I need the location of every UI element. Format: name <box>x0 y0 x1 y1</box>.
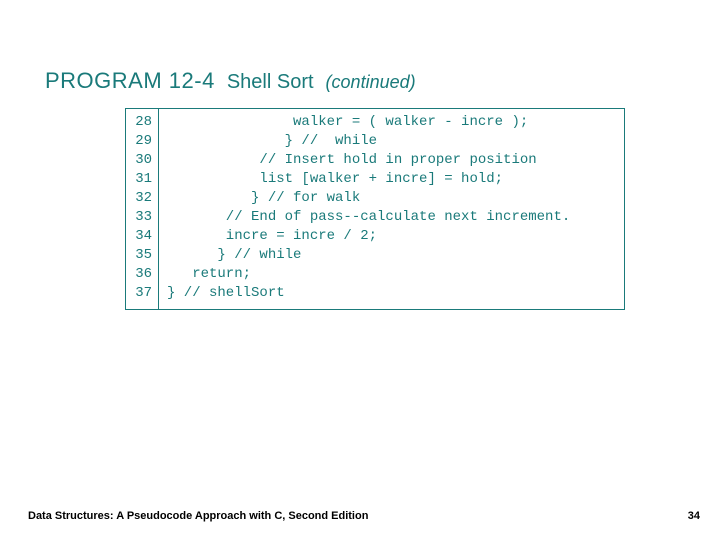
line-number: 32 <box>132 189 152 208</box>
page-number: 34 <box>688 510 700 522</box>
slide: PROGRAM 12-4 Shell Sort (continued) 28 2… <box>0 0 720 540</box>
program-heading: PROGRAM 12-4 Shell Sort (continued) <box>45 68 675 94</box>
code-line: } // for walk <box>167 189 616 208</box>
line-number: 28 <box>132 113 152 132</box>
code-line: } // shellSort <box>167 284 616 303</box>
line-number: 34 <box>132 227 152 246</box>
line-number: 31 <box>132 170 152 189</box>
program-label: PROGRAM 12-4 <box>45 68 215 94</box>
line-number: 36 <box>132 265 152 284</box>
code-line: return; <box>167 265 616 284</box>
line-number-column: 28 29 30 31 32 33 34 35 36 37 <box>126 109 159 309</box>
code-line: list [walker + incre] = hold; <box>167 170 616 189</box>
line-number: 33 <box>132 208 152 227</box>
line-number: 37 <box>132 284 152 303</box>
program-continued: (continued) <box>326 72 416 93</box>
footer-title: Data Structures: A Pseudocode Approach w… <box>28 510 368 522</box>
line-number: 30 <box>132 151 152 170</box>
code-line: // End of pass--calculate next increment… <box>167 208 616 227</box>
line-number: 35 <box>132 246 152 265</box>
code-line: } // while <box>167 246 616 265</box>
code-line: walker = ( walker - incre ); <box>167 113 616 132</box>
code-line: incre = incre / 2; <box>167 227 616 246</box>
code-line: // Insert hold in proper position <box>167 151 616 170</box>
footer: Data Structures: A Pseudocode Approach w… <box>0 510 720 522</box>
code-column: walker = ( walker - incre ); } // while … <box>159 109 624 309</box>
code-listing: 28 29 30 31 32 33 34 35 36 37 walker = (… <box>125 108 625 310</box>
program-name: Shell Sort <box>227 71 314 94</box>
code-line: } // while <box>167 132 616 151</box>
line-number: 29 <box>132 132 152 151</box>
